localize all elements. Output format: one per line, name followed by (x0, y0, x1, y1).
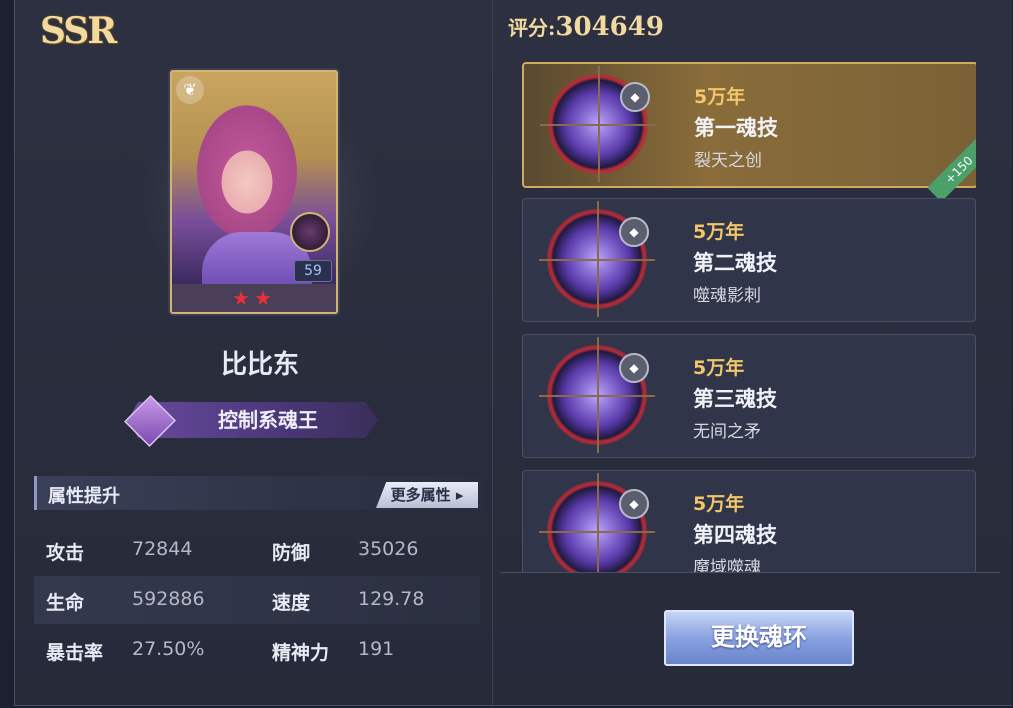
score: 评分:304649 (508, 12, 664, 42)
stat-value: 27.50% (132, 638, 205, 660)
character-name: 比比东 (220, 350, 299, 380)
skill-item-4[interactable]: ◆ 5万年 第四魂技 魔域噬魂 (522, 470, 976, 572)
stat-value: 72844 (132, 538, 193, 560)
stat-row: 暴击率 27.50% 精神力 191 (34, 626, 480, 674)
skill-desc: 裂天之创 (694, 151, 762, 171)
stat-label: 防御 (272, 542, 311, 564)
stat-value: 129.78 (358, 588, 425, 610)
more-attributes-label: 更多属性 (390, 486, 451, 504)
gem-icon: ◆ (620, 82, 650, 112)
bonus-badge: +150 (927, 138, 976, 202)
score-label: 评分: (508, 16, 556, 40)
skill-item-2[interactable]: ◆ 5万年 第二魂技 噬魂影刺 (522, 198, 976, 322)
skill-desc: 魔域噬魂 (693, 558, 761, 572)
list-divider (500, 572, 1000, 573)
soul-skill-list[interactable]: ◆ 5万年 第一魂技 裂天之创 +150 ◆ 5万年 第二魂技 噬魂影刺 ◆ 5… (522, 62, 976, 572)
stat-label: 生命 (46, 592, 85, 614)
stat-row: 生命 592886 速度 129.78 (34, 576, 480, 624)
attributes-title: 属性提升 (48, 486, 120, 507)
skill-years: 5万年 (693, 221, 745, 243)
flower-icon: ❦ (176, 76, 204, 104)
skill-years: 5万年 (693, 493, 745, 515)
stat-label: 攻击 (46, 542, 85, 564)
change-soul-ring-button[interactable]: 更换魂环 (664, 610, 854, 666)
chevron-right-icon: ▸ (450, 486, 464, 504)
skill-desc: 噬魂影刺 (693, 286, 761, 306)
score-value: 304649 (555, 12, 664, 42)
stat-label: 速度 (272, 592, 311, 614)
skill-years: 5万年 (693, 357, 745, 379)
gem-icon: ◆ (619, 217, 649, 247)
character-card[interactable]: ❦ 59 ★★ (170, 70, 338, 314)
more-attributes-button[interactable]: 更多属性 ▸ (376, 482, 478, 508)
character-title: 控制系魂王 (218, 408, 318, 432)
gem-icon: ◆ (619, 489, 649, 519)
stat-value: 592886 (132, 588, 205, 610)
level-badge: 59 (294, 260, 332, 282)
stat-label: 精神力 (272, 642, 330, 664)
panel-divider (492, 0, 493, 705)
skill-name: 第四魂技 (693, 523, 777, 547)
stat-row: 攻击 72844 防御 35026 (34, 526, 480, 574)
skill-name: 第二魂技 (693, 251, 777, 275)
star-rating: ★★ (172, 284, 336, 312)
skill-name: 第一魂技 (694, 116, 778, 140)
gem-icon: ◆ (619, 353, 649, 383)
stat-value: 191 (358, 638, 395, 660)
skill-desc: 无间之矛 (693, 422, 761, 442)
stat-label: 暴击率 (46, 642, 104, 664)
skill-item-1[interactable]: ◆ 5万年 第一魂技 裂天之创 +150 (522, 62, 976, 202)
stat-value: 35026 (358, 538, 419, 560)
skill-years: 5万年 (694, 86, 746, 108)
rarity-badge: SSR (40, 10, 117, 52)
avatar (290, 212, 330, 252)
skill-name: 第三魂技 (693, 387, 777, 411)
skill-item-3[interactable]: ◆ 5万年 第三魂技 无间之矛 (522, 334, 976, 458)
